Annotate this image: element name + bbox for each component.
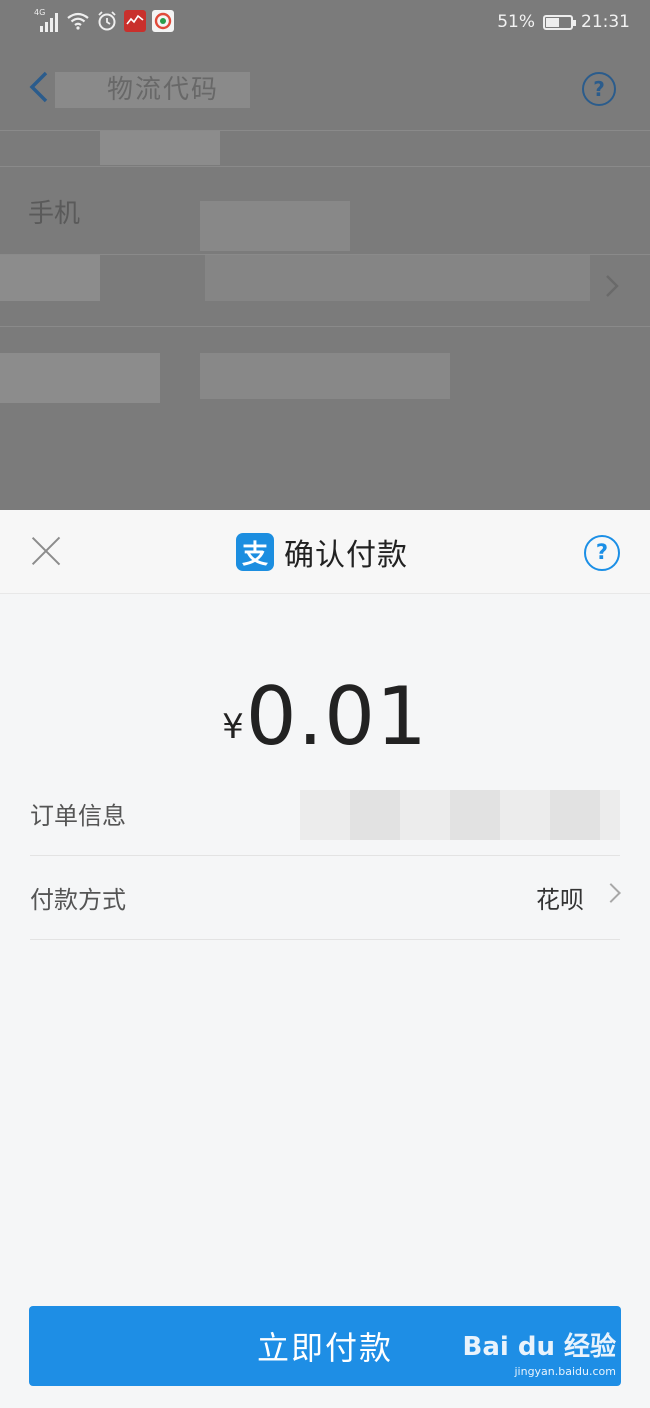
status-icons-right: 51% 21:31 <box>497 12 630 32</box>
payment-method-label: 付款方式 <box>30 886 126 914</box>
background-page: 4G 51% 21:31 物流代码 ? 手机 <box>0 0 650 510</box>
payment-amount: ¥0.01 <box>0 670 650 763</box>
payment-sheet-header: 支 确认付款 ? <box>0 510 650 594</box>
amount-value: 0.01 <box>245 670 428 763</box>
alarm-icon <box>98 11 116 31</box>
order-info-label: 订单信息 <box>30 802 126 830</box>
battery-icon <box>543 14 576 30</box>
payment-method-row[interactable]: 付款方式 花呗 <box>30 856 621 940</box>
help-icon[interactable]: ? <box>584 535 620 571</box>
wifi-icon <box>67 12 89 30</box>
background-row <box>0 130 650 166</box>
baidu-watermark: Bai du 经验 jingyan.baidu.com <box>463 1326 617 1378</box>
background-row-address <box>0 326 650 416</box>
background-row-region <box>0 254 650 326</box>
stock-app-icon <box>124 10 146 32</box>
background-title: 物流代码 <box>55 72 250 108</box>
news-app-icon <box>152 10 174 32</box>
background-phone-label: 手机 <box>28 199 81 229</box>
alipay-logo-icon: 支 <box>236 533 274 571</box>
background-row-phone: 手机 <box>0 166 650 254</box>
payment-sheet: 支 确认付款 ? ¥0.01 订单信息 付款方式 花呗 立即付款 Bai du … <box>0 510 650 1408</box>
clock: 21:31 <box>581 12 630 32</box>
payment-method-value: 花呗 <box>536 886 584 914</box>
watermark-brand: Bai du 经验 <box>462 1332 617 1362</box>
battery-percent: 51% <box>497 12 535 32</box>
currency-symbol: ¥ <box>222 707 244 747</box>
sheet-title: 确认付款 <box>284 538 408 573</box>
watermark-url: jingyan.baidu.com <box>514 1365 616 1378</box>
status-bar: 4G 51% 21:31 <box>0 0 650 44</box>
back-arrow-icon <box>29 71 48 103</box>
sheet-title-group: 支 确认付款 <box>236 530 408 574</box>
signal-icon: 4G <box>34 8 60 32</box>
chevron-right-icon <box>606 275 619 297</box>
order-info-row: 订单信息 <box>30 772 620 856</box>
background-help-icon: ? <box>582 72 616 106</box>
close-icon[interactable] <box>29 534 63 568</box>
chevron-right-icon <box>601 883 621 903</box>
status-icons-left: 4G <box>34 8 174 32</box>
background-nav-bar: 物流代码 ? <box>0 50 650 130</box>
order-info-value-redacted <box>300 790 620 840</box>
